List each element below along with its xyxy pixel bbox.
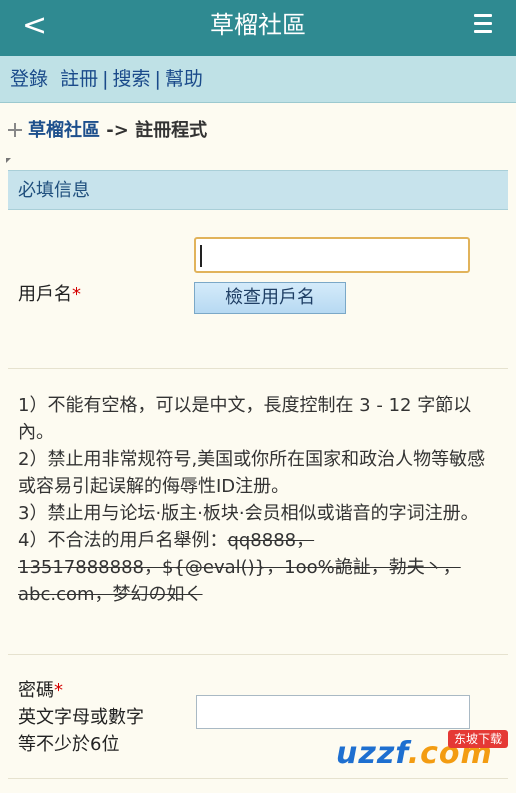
watermark-badge: 东坡下载: [448, 730, 509, 748]
required-mark: *: [72, 284, 81, 305]
hamburger-menu-icon[interactable]: [474, 14, 492, 34]
watermark-logo: uzzf.com 东坡下载: [336, 730, 512, 782]
nav-bar: 登錄 註冊 | 搜索 | 幫助: [0, 56, 516, 103]
text-cursor: [200, 245, 202, 267]
app-title: 草榴社區: [210, 11, 306, 39]
required-mark: *: [54, 680, 63, 701]
rule-3: 3）禁止用与论坛·版主·板块·会员相似或谐音的字词注册。: [18, 503, 479, 524]
password-hint-1: 英文字母或數字: [18, 707, 144, 728]
breadcrumb-forum-link[interactable]: 草榴社區: [28, 120, 100, 141]
nav-separator: |: [102, 68, 109, 90]
password-label-block: 密碼* 英文字母或數字 等不少於6位: [18, 677, 144, 758]
divider: [8, 654, 508, 655]
password-label: 密碼: [18, 680, 54, 701]
rule-4-prefix: 4）不合法的用戶名舉例：: [18, 530, 228, 551]
divider: [8, 368, 508, 369]
nav-help-link[interactable]: 幫助: [165, 68, 203, 90]
username-rules: 1）不能有空格，可以是中文，長度控制在 3 - 12 字節以內。 2）禁止用非常…: [18, 392, 494, 608]
plus-icon: [8, 123, 22, 137]
breadcrumb-current: 註冊程式: [135, 120, 208, 141]
top-app-bar: < 草榴社區: [0, 0, 516, 56]
nav-separator: |: [154, 68, 161, 90]
nav-search-link[interactable]: 搜索: [112, 68, 150, 90]
username-input[interactable]: [194, 237, 470, 273]
rule-1: 1）不能有空格，可以是中文，長度控制在 3 - 12 字節以內。: [18, 395, 472, 443]
username-label-text: 用戶名: [18, 284, 72, 305]
nav-register-link[interactable]: 註冊: [60, 68, 98, 90]
breadcrumb: 草榴社區 -> 註冊程式: [8, 116, 207, 146]
corner-mark-icon: [6, 158, 11, 163]
username-label: 用戶名*: [18, 280, 81, 306]
section-header-required-info: 必填信息: [8, 170, 508, 210]
password-input[interactable]: [196, 695, 470, 729]
breadcrumb-arrow: ->: [106, 120, 129, 141]
password-hint-2: 等不少於6位: [18, 734, 120, 755]
rule-4: 4）不合法的用戶名舉例：qq8888，13517888888，${@eval()…: [18, 527, 494, 608]
rule-2: 2）禁止用非常规符号,美国或你所在国家和政治人物等敏感或容易引起误解的侮辱性ID…: [18, 449, 486, 497]
nav-login-link[interactable]: 登錄: [10, 68, 48, 90]
check-username-button[interactable]: 檢查用戶名: [194, 282, 346, 314]
